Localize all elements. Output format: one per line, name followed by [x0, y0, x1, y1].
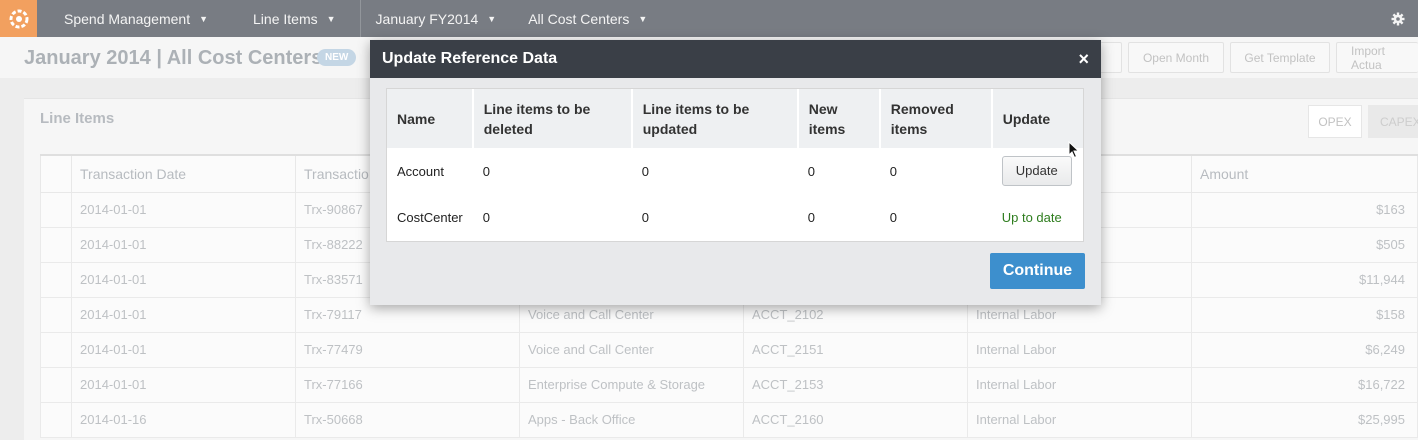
mouse-cursor-icon: [1068, 141, 1080, 159]
row-to-delete: 0: [482, 209, 490, 225]
column-header-update: Update: [991, 89, 1083, 148]
modal-title: Update Reference Data: [382, 50, 558, 67]
update-reference-data-modal: Update Reference Data × Name Line items …: [370, 40, 1101, 305]
up-to-date-status: Up to date: [1001, 209, 1062, 225]
row-to-update: 0: [641, 209, 649, 225]
row-update-cell: Up to date: [992, 194, 1083, 240]
column-header-new-items: New items: [797, 89, 881, 148]
close-icon[interactable]: ×: [1078, 50, 1089, 68]
table-row: CostCenter 0 0 0 0 Up to date: [387, 194, 1083, 240]
column-header-name: Name: [387, 89, 474, 148]
row-name: Account: [397, 163, 444, 179]
update-account-button[interactable]: Update: [1001, 156, 1072, 186]
continue-button[interactable]: Continue: [990, 253, 1085, 289]
column-header-line-items-updated: Line items to be updated: [631, 89, 799, 148]
row-new-items: 0: [807, 163, 815, 179]
row-to-update: 0: [641, 163, 649, 179]
table-row: Account 0 0 0 0 Update: [387, 148, 1083, 194]
row-removed: 0: [889, 163, 897, 179]
modal-body: Name Line items to be deleted Line items…: [386, 88, 1084, 242]
modal-header: Update Reference Data ×: [370, 40, 1101, 78]
row-new-items: 0: [807, 209, 815, 225]
row-name: CostCenter: [397, 209, 463, 225]
row-removed: 0: [889, 209, 897, 225]
reference-data-table: Name Line items to be deleted Line items…: [387, 89, 1083, 240]
column-header-removed-items: Removed items: [879, 89, 993, 148]
row-to-delete: 0: [482, 163, 490, 179]
column-header-line-items-deleted: Line items to be deleted: [472, 89, 633, 148]
